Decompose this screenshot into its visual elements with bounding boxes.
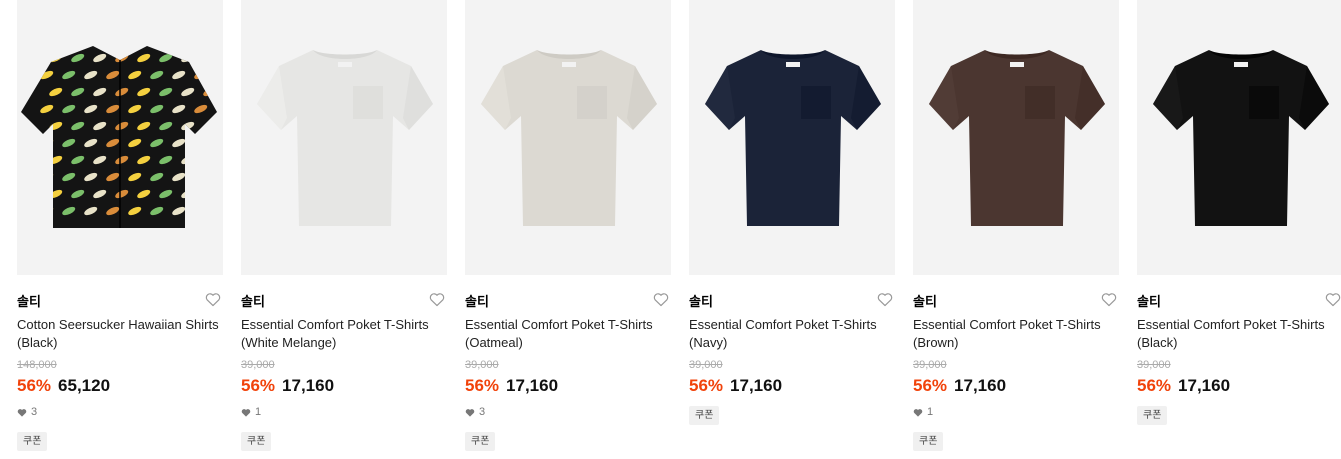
product-grid: 솔티 Cotton Seersucker Hawaiian Shirts (Bl… [0, 0, 1341, 459]
heart-outline-icon[interactable] [1325, 292, 1341, 307]
sale-price: 17,160 [506, 376, 559, 395]
coupon-badge: 쿠폰 [17, 432, 48, 451]
product-card[interactable]: 솔티 Essential Comfort Poket T-Shirts (Whi… [241, 0, 447, 459]
heart-filled-icon [241, 408, 251, 417]
product-card[interactable]: 솔티 Essential Comfort Poket T-Shirts (Oat… [465, 0, 671, 459]
like-count-value: 1 [255, 406, 262, 418]
brand-name[interactable]: 솔티 [465, 291, 489, 310]
brand-name[interactable]: 솔티 [913, 291, 937, 310]
product-card[interactable]: 솔티 Cotton Seersucker Hawaiian Shirts (Bl… [17, 0, 223, 459]
like-count-value: 3 [31, 406, 38, 418]
product-name[interactable]: Essential Comfort Poket T-Shirts (Black) [1137, 316, 1341, 352]
discount-rate: 56% [689, 376, 724, 395]
heart-outline-icon[interactable] [205, 292, 221, 307]
product-name[interactable]: Cotton Seersucker Hawaiian Shirts (Black… [17, 316, 223, 352]
product-card[interactable]: 솔티 Essential Comfort Poket T-Shirts (Bro… [913, 0, 1119, 459]
discount-rate: 56% [241, 376, 276, 395]
sale-price: 17,160 [1178, 376, 1231, 395]
product-image[interactable] [241, 0, 447, 275]
original-price: 39,000 [465, 359, 499, 371]
product-card[interactable]: 솔티 Essential Comfort Poket T-Shirts (Nav… [689, 0, 895, 459]
brand-name[interactable]: 솔티 [17, 291, 41, 310]
original-price: 39,000 [689, 359, 723, 371]
product-name[interactable]: Essential Comfort Poket T-Shirts (Brown) [913, 316, 1119, 352]
like-count: 1 [241, 406, 261, 418]
heart-filled-icon [465, 408, 475, 417]
like-count-value: 3 [479, 406, 486, 418]
sale-price: 17,160 [282, 376, 335, 395]
original-price: 39,000 [1137, 359, 1171, 371]
heart-filled-icon [913, 408, 923, 417]
product-name[interactable]: Essential Comfort Poket T-Shirts (Navy) [689, 316, 895, 352]
discount-rate: 56% [913, 376, 948, 395]
heart-filled-icon [17, 408, 27, 417]
product-image[interactable] [465, 0, 671, 275]
coupon-badge: 쿠폰 [689, 406, 720, 425]
like-count: 1 [913, 406, 933, 418]
price-row: 56% 17,160 [241, 376, 334, 396]
price-row: 56% 17,160 [689, 376, 782, 396]
heart-outline-icon[interactable] [653, 292, 669, 307]
brand-name[interactable]: 솔티 [1137, 291, 1161, 310]
coupon-badge: 쿠폰 [1137, 406, 1168, 425]
heart-outline-icon[interactable] [1101, 292, 1117, 307]
product-image[interactable] [913, 0, 1119, 275]
price-row: 56% 17,160 [913, 376, 1006, 396]
original-price: 39,000 [241, 359, 275, 371]
product-image[interactable] [689, 0, 895, 275]
like-count: 3 [465, 406, 485, 418]
price-row: 56% 65,120 [17, 376, 110, 396]
price-row: 56% 17,160 [465, 376, 558, 396]
product-name[interactable]: Essential Comfort Poket T-Shirts (White … [241, 316, 447, 352]
product-name[interactable]: Essential Comfort Poket T-Shirts (Oatmea… [465, 316, 671, 352]
brand-name[interactable]: 솔티 [689, 291, 713, 310]
discount-rate: 56% [465, 376, 500, 395]
heart-outline-icon[interactable] [877, 292, 893, 307]
coupon-badge: 쿠폰 [465, 432, 496, 451]
product-image[interactable] [17, 0, 223, 275]
product-card[interactable]: 솔티 Essential Comfort Poket T-Shirts (Bla… [1137, 0, 1341, 459]
like-count: 3 [17, 406, 37, 418]
sale-price: 17,160 [954, 376, 1007, 395]
discount-rate: 56% [1137, 376, 1172, 395]
like-count-value: 1 [927, 406, 934, 418]
discount-rate: 56% [17, 376, 52, 395]
original-price: 148,000 [17, 359, 57, 371]
sale-price: 17,160 [730, 376, 783, 395]
coupon-badge: 쿠폰 [241, 432, 272, 451]
coupon-badge: 쿠폰 [913, 432, 944, 451]
product-image[interactable] [1137, 0, 1341, 275]
price-row: 56% 17,160 [1137, 376, 1230, 396]
heart-outline-icon[interactable] [429, 292, 445, 307]
sale-price: 65,120 [58, 376, 111, 395]
original-price: 39,000 [913, 359, 947, 371]
brand-name[interactable]: 솔티 [241, 291, 265, 310]
